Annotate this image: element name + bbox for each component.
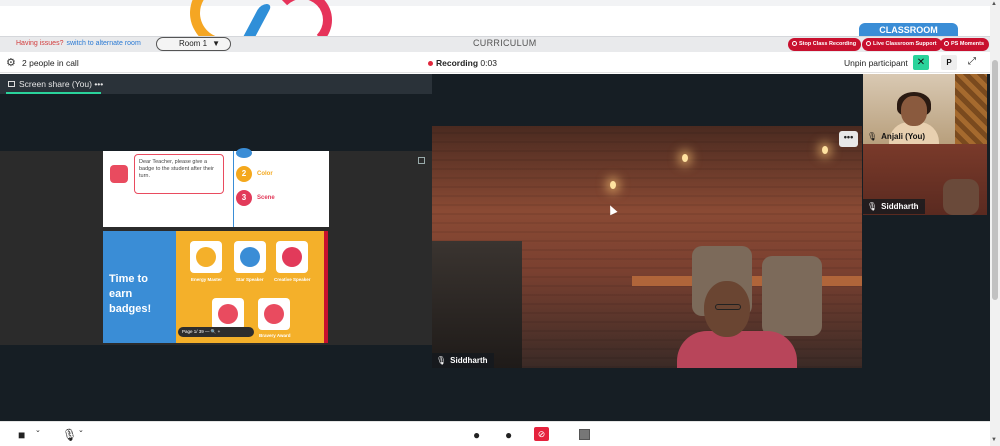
badge-energy-master: [190, 241, 222, 273]
screen-share-tab[interactable]: Screen share (You) •••: [8, 79, 103, 89]
badge-figure: [212, 298, 244, 330]
step-divider: [233, 151, 234, 227]
slide-edge-bar: [324, 231, 328, 343]
screen-share-off-icon[interactable]: ⊘: [534, 427, 549, 441]
participant-name: Siddharth: [450, 356, 488, 365]
main-video-siddharth[interactable]: [432, 126, 862, 368]
mic-off-icon: 🎙: [867, 202, 878, 211]
chat-icon[interactable]: ●: [505, 428, 512, 442]
step-3-number: 3: [236, 190, 252, 206]
video-person-head: [901, 96, 927, 126]
live-support-label: Live Classroom Support: [873, 41, 937, 47]
tab-classroom[interactable]: CLASSROOM: [859, 23, 958, 37]
participants-icon[interactable]: ●: [473, 428, 480, 442]
badge-energy-icon: [196, 247, 216, 267]
badge-star-speaker: [234, 241, 266, 273]
ps-moments-label: PS Moments: [951, 41, 985, 47]
active-tab-indicator: [6, 92, 101, 94]
participant-name: Anjali (You): [881, 132, 926, 141]
stop-recording-button[interactable]: Stop Class Recording: [788, 38, 862, 51]
external-link-icon[interactable]: [418, 157, 425, 164]
camera-icon[interactable]: ■: [18, 428, 25, 442]
badge-label: Star Speaker: [236, 277, 264, 282]
issues-text: Having issues?: [16, 40, 64, 47]
room-select-value: Room 1: [179, 39, 208, 48]
badge-creative-icon: [282, 247, 302, 267]
participant-name: Siddharth: [881, 202, 919, 211]
microphone-icon[interactable]: 🎙: [62, 428, 77, 442]
badge-bravery-icon: [264, 304, 284, 324]
recording-time: 0:03: [480, 58, 497, 68]
screen-share-title: Screen share (You): [19, 79, 92, 89]
unpin-participant-label: Unpin participant: [844, 58, 908, 68]
recording-label: Recording: [436, 58, 479, 68]
thumb-name-tag: 🎙 Siddharth: [863, 199, 925, 214]
badge-figure-icon: [218, 304, 238, 324]
recording-dot-icon: [428, 60, 433, 66]
record-icon: [792, 40, 797, 46]
badge-label: Creative Speaker: [274, 277, 311, 282]
participant-p-button[interactable]: P: [941, 55, 957, 70]
video-chair: [943, 179, 979, 215]
step-2-number: 2: [236, 166, 252, 182]
screen-share-header: Screen share (You) •••: [0, 74, 432, 94]
chevron-down-icon: ▼: [212, 39, 220, 48]
more-icon[interactable]: •••: [94, 79, 103, 89]
app-root: CLASSROOM Having issues? switch to altern…: [0, 0, 1000, 446]
thumb-name-tag: 🎙 Anjali (You): [863, 129, 931, 144]
badge-label: Bravery Award: [259, 333, 291, 338]
scroll-up-icon[interactable]: ▲: [991, 1, 997, 7]
video-shelf: [432, 241, 522, 368]
video-more-button[interactable]: •••: [839, 131, 858, 147]
browser-strip: [0, 0, 990, 6]
chevron-down-icon[interactable]: ⌄: [78, 426, 84, 434]
unpin-button[interactable]: ✕: [913, 55, 929, 70]
top-banner: [0, 0, 990, 36]
live-support-button[interactable]: Live Classroom Support: [862, 38, 942, 51]
robot-icon: [110, 165, 128, 183]
ps-moments-button[interactable]: PS Moments: [940, 38, 990, 51]
video-door: [955, 74, 987, 144]
scrollbar-thumb[interactable]: [992, 60, 998, 300]
video-person-body: [677, 331, 797, 368]
stop-icon[interactable]: [579, 429, 590, 440]
classroom-toolbar: Having issues? switch to alternate room R…: [0, 36, 990, 52]
badge-bravery-award: [258, 298, 290, 330]
call-header: ⚙ 2 people in call Recording 0:03 Unpin …: [0, 52, 990, 73]
call-controls: [0, 421, 990, 446]
video-chair: [762, 256, 822, 336]
video-lamp: [822, 146, 828, 154]
step-3-label: Scene: [257, 195, 275, 201]
room-select[interactable]: Room 1 ▼: [156, 37, 231, 51]
fullscreen-icon[interactable]: ⤢: [968, 56, 976, 67]
alternate-room-link[interactable]: switch to alternate room: [66, 40, 140, 47]
badge-creative-speaker: [276, 241, 308, 273]
support-icon: [866, 40, 871, 46]
video-lamp: [610, 181, 616, 189]
screen-icon: [8, 81, 15, 87]
camera-icon: [944, 40, 949, 46]
people-count: 2 people in call: [22, 58, 79, 68]
mic-off-icon: 🎙: [436, 356, 447, 365]
video-glasses: [715, 304, 741, 310]
curriculum-tab[interactable]: CURRICULUM: [473, 38, 537, 48]
slide-pager[interactable]: Page 1/ 39 — 🔍 +: [178, 327, 254, 337]
scroll-down-icon[interactable]: ▼: [991, 437, 997, 443]
recording-status: Recording 0:03: [428, 58, 497, 68]
earn-badges-text: Time to earn badges!: [109, 273, 152, 315]
mic-icon: 🎙: [867, 132, 878, 141]
gear-icon[interactable]: ⚙: [6, 56, 16, 69]
badge-star-icon: [240, 247, 260, 267]
badge-label: Energy Master: [191, 277, 223, 282]
step-1-marker: [236, 148, 252, 158]
issues-notice: Having issues? switch to alternate room: [16, 40, 141, 47]
teacher-note: Dear Teacher, please give a badge to the…: [134, 154, 224, 194]
logo-arc-red: [272, 0, 332, 36]
chevron-down-icon[interactable]: ⌄: [35, 426, 41, 434]
stop-recording-label: Stop Class Recording: [799, 41, 857, 47]
main-name-tag: 🎙 Siddharth: [432, 353, 494, 368]
video-lamp: [682, 154, 688, 162]
step-2-label: Color: [257, 171, 273, 177]
